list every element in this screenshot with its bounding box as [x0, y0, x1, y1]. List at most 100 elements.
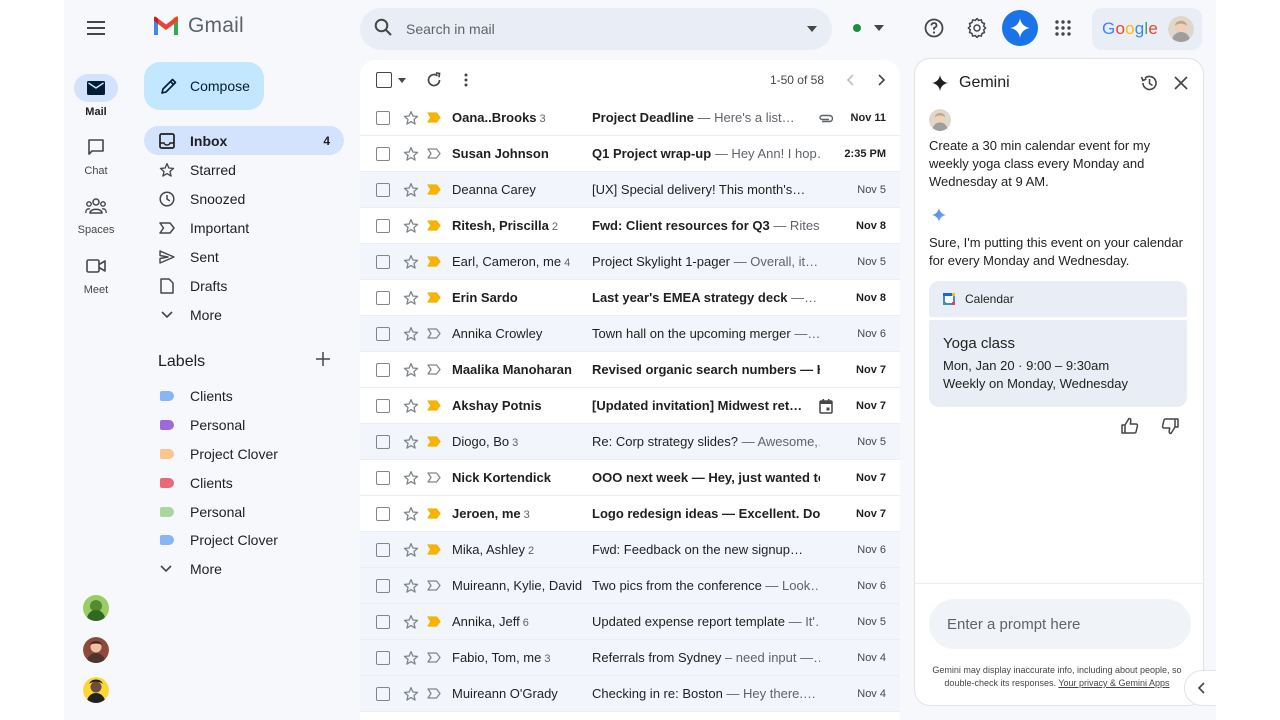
apps-button[interactable]: [1045, 10, 1081, 46]
importance-marker-icon[interactable]: [426, 543, 442, 557]
rail-spaces[interactable]: Spaces: [64, 192, 128, 236]
rail-mail[interactable]: Mail: [64, 74, 128, 118]
avatar[interactable]: [83, 677, 109, 703]
search-input[interactable]: [406, 21, 806, 37]
star-toggle-icon[interactable]: [402, 397, 420, 415]
row-checkbox[interactable]: [376, 578, 390, 593]
select-dropdown-icon[interactable]: [398, 77, 406, 83]
row-checkbox[interactable]: [376, 218, 390, 233]
nav-item-sent[interactable]: Sent: [144, 242, 344, 271]
importance-marker-icon[interactable]: [426, 147, 442, 161]
label-item[interactable]: Project Clover: [144, 526, 344, 555]
row-checkbox[interactable]: [376, 182, 390, 197]
nav-item-drafts[interactable]: Drafts: [144, 271, 344, 300]
star-toggle-icon[interactable]: [402, 649, 420, 667]
select-all-checkbox[interactable]: [376, 72, 392, 88]
star-toggle-icon[interactable]: [402, 613, 420, 631]
label-item[interactable]: Personal: [144, 497, 344, 526]
nav-item-important[interactable]: Important: [144, 213, 344, 242]
gemini-button[interactable]: [1002, 10, 1038, 46]
email-row[interactable]: Deanna Carey [UX] Special delivery! This …: [360, 172, 900, 208]
importance-marker-icon[interactable]: [426, 219, 442, 233]
nav-item-snoozed[interactable]: Snoozed: [144, 184, 344, 213]
account-avatar[interactable]: [1168, 16, 1195, 42]
star-toggle-icon[interactable]: [402, 469, 420, 487]
row-checkbox[interactable]: [376, 110, 390, 125]
email-row[interactable]: Susan Johnson Q1 Project wrap-up — Hey An…: [360, 136, 900, 172]
row-checkbox[interactable]: [376, 434, 390, 449]
history-button[interactable]: [1133, 67, 1165, 99]
star-toggle-icon[interactable]: [402, 505, 420, 523]
email-row[interactable]: Oana..Brooks 3 Project Deadline — Here's a…: [360, 100, 900, 136]
attachment-icon[interactable]: [818, 110, 834, 126]
rail-meet[interactable]: Meet: [64, 252, 128, 296]
thumbs-down-button[interactable]: [1159, 415, 1181, 437]
avatar[interactable]: [83, 637, 109, 663]
nav-item-more[interactable]: More: [144, 300, 344, 329]
gmail-logo[interactable]: Gmail: [152, 14, 244, 38]
row-checkbox[interactable]: [376, 470, 390, 485]
more-vert-icon[interactable]: [464, 73, 468, 87]
email-row[interactable]: Maalika Manoharan Revised organic search …: [360, 352, 900, 388]
email-row[interactable]: Annika, Jeff 6 Updated expense report temp…: [360, 604, 900, 640]
calendar-event-icon[interactable]: [818, 398, 834, 414]
account-switcher[interactable]: Google: [1092, 8, 1202, 50]
row-checkbox[interactable]: [376, 542, 390, 557]
importance-marker-icon[interactable]: [426, 111, 442, 125]
star-toggle-icon[interactable]: [402, 289, 420, 307]
star-toggle-icon[interactable]: [402, 685, 420, 703]
email-row[interactable]: Muireann O'Grady Checking in re: Boston —…: [360, 676, 900, 712]
search-icon[interactable]: [374, 18, 392, 41]
email-row[interactable]: Diogo, Bo 3 Re: Corp strategy slides? — Aw…: [360, 424, 900, 460]
gemini-prompt-input[interactable]: [929, 599, 1191, 649]
importance-marker-icon[interactable]: [426, 291, 442, 305]
star-toggle-icon[interactable]: [402, 109, 420, 127]
email-row[interactable]: Fabio, Tom, me 3 Referrals from Sydney – n…: [360, 640, 900, 676]
row-checkbox[interactable]: [376, 362, 390, 377]
previous-page-button[interactable]: [846, 74, 854, 86]
labels-more[interactable]: More: [144, 555, 344, 584]
importance-marker-icon[interactable]: [426, 579, 442, 593]
email-row[interactable]: Mika, Ashley 2 Fwd: Feedback on the new si…: [360, 532, 900, 568]
importance-marker-icon[interactable]: [426, 435, 442, 449]
refresh-icon[interactable]: [426, 72, 442, 88]
row-checkbox[interactable]: [376, 506, 390, 521]
row-checkbox[interactable]: [376, 614, 390, 629]
star-toggle-icon[interactable]: [402, 253, 420, 271]
close-panel-button[interactable]: [1165, 67, 1197, 99]
email-row[interactable]: Ritesh, Priscilla 2 Fwd: Client resources …: [360, 208, 900, 244]
email-row[interactable]: Annika Crowley Town hall on the upcoming …: [360, 316, 900, 352]
importance-marker-icon[interactable]: [426, 687, 442, 701]
star-toggle-icon[interactable]: [402, 181, 420, 199]
row-checkbox[interactable]: [376, 254, 390, 269]
nav-item-starred[interactable]: Starred: [144, 155, 344, 184]
row-checkbox[interactable]: [376, 146, 390, 161]
search-options-icon[interactable]: [806, 20, 818, 38]
rail-chat[interactable]: Chat: [64, 133, 128, 177]
row-checkbox[interactable]: [376, 290, 390, 305]
email-row[interactable]: Nick Kortendick OOO next week — Hey, just…: [360, 460, 900, 496]
avatar[interactable]: [83, 595, 109, 621]
star-toggle-icon[interactable]: [402, 433, 420, 451]
importance-marker-icon[interactable]: [426, 255, 442, 269]
collapse-side-panel-button[interactable]: [1184, 670, 1216, 706]
importance-marker-icon[interactable]: [426, 471, 442, 485]
help-button[interactable]: [916, 10, 952, 46]
email-row[interactable]: Erin Sardo Last year's EMEA strategy deck…: [360, 280, 900, 316]
nav-item-inbox[interactable]: Inbox 4: [144, 126, 344, 155]
row-checkbox[interactable]: [376, 326, 390, 341]
star-toggle-icon[interactable]: [402, 361, 420, 379]
status-selector[interactable]: [852, 10, 884, 46]
main-menu-button[interactable]: [76, 8, 116, 48]
row-checkbox[interactable]: [376, 398, 390, 413]
calendar-source-chip[interactable]: Calendar: [929, 281, 1187, 317]
calendar-event-card[interactable]: Yoga class Mon, Jan 20 · 9:00 – 9:30am W…: [929, 320, 1187, 407]
importance-marker-icon[interactable]: [426, 327, 442, 341]
privacy-link[interactable]: Your privacy & Gemini Apps: [1058, 678, 1169, 688]
row-checkbox[interactable]: [376, 686, 390, 701]
star-toggle-icon[interactable]: [402, 145, 420, 163]
importance-marker-icon[interactable]: [426, 507, 442, 521]
importance-marker-icon[interactable]: [426, 399, 442, 413]
label-item[interactable]: Project Clover: [144, 440, 344, 469]
email-row[interactable]: Muireann, Kylie, David Two pics from the …: [360, 568, 900, 604]
